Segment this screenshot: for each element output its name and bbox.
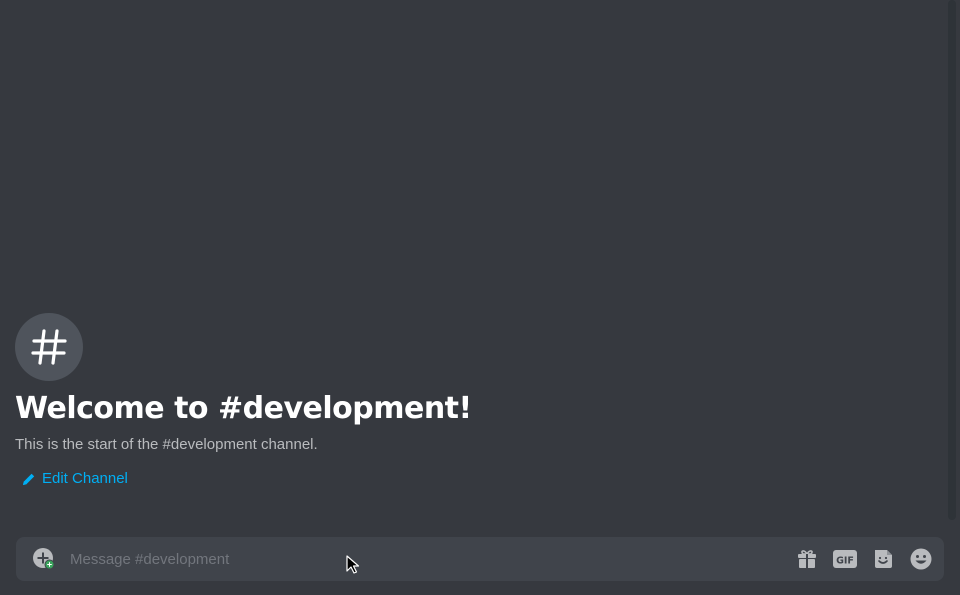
edit-channel-link[interactable]: Edit Channel [22,470,128,487]
scrollbar[interactable] [948,0,956,520]
message-composer: GIF [16,537,944,581]
add-attachment-icon [33,548,55,570]
channel-welcome: Welcome to #development! This is the sta… [15,313,915,490]
gif-icon: GIF [833,550,857,568]
welcome-subtitle: This is the start of the #development ch… [15,436,318,453]
emoji-icon [910,548,932,570]
gif-button[interactable]: GIF [830,544,860,574]
sticker-icon [875,550,892,568]
message-input[interactable] [66,537,784,581]
gif-label: GIF [836,556,854,567]
pencil-icon [23,473,35,485]
welcome-title: Welcome to #development! [15,391,472,426]
channel-hash-icon [15,313,83,381]
mouse-cursor-icon [346,555,360,574]
edit-channel-label: Edit Channel [42,470,128,487]
gift-icon [798,550,816,568]
hash-icon [31,329,67,365]
sticker-button[interactable] [868,544,898,574]
composer-buttons: GIF [784,544,936,574]
gift-button[interactable] [792,544,822,574]
emoji-button[interactable] [906,544,936,574]
attach-button[interactable] [22,537,66,581]
